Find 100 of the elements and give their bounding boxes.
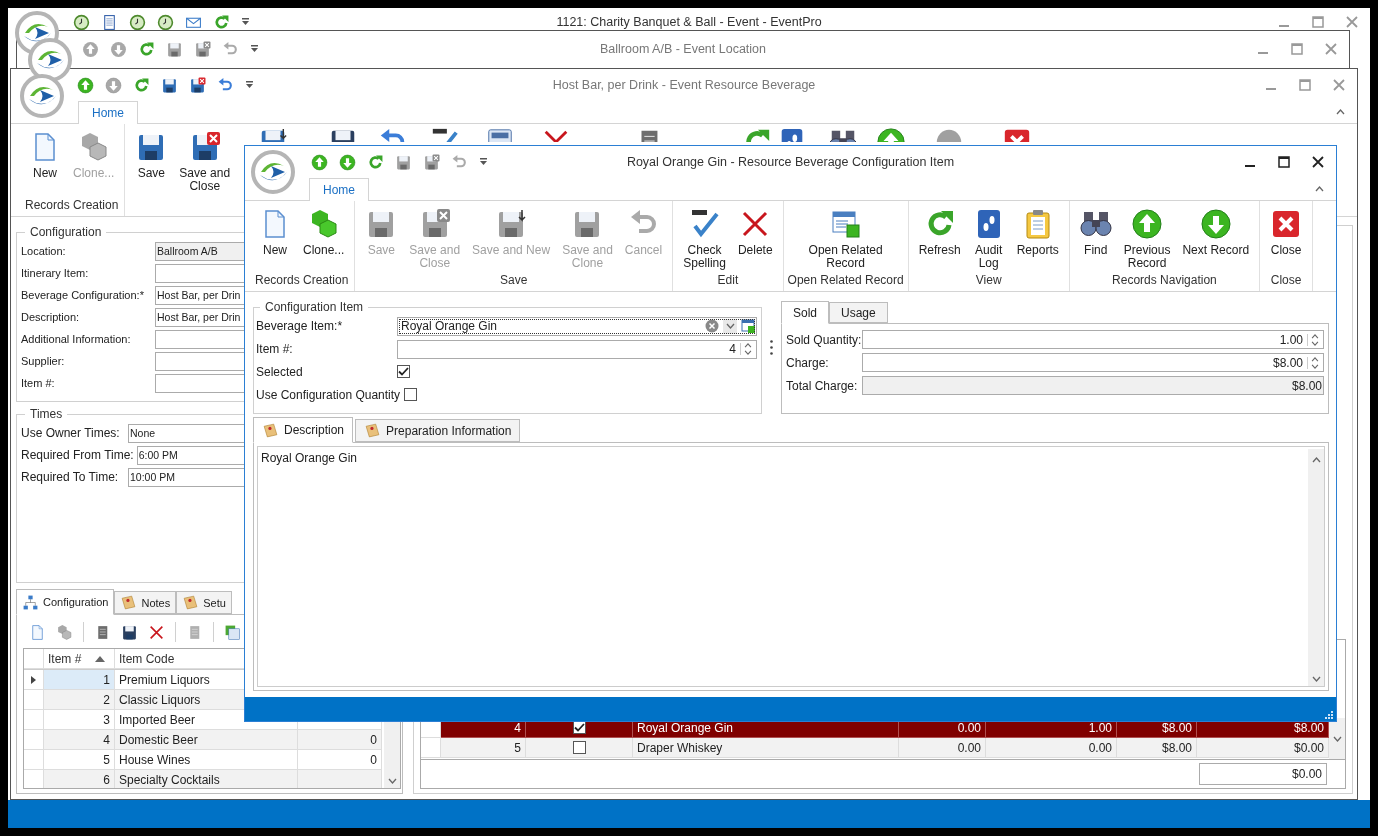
ribbon-button[interactable]: Save and Close xyxy=(173,129,237,195)
table-cell[interactable]: $8.00 xyxy=(1117,738,1197,758)
ribbon-button[interactable]: Previous Record xyxy=(1117,206,1177,272)
ribbon-button[interactable]: Check Spelling xyxy=(677,206,732,272)
hierarchy-icon xyxy=(22,593,39,611)
checkbox-label: Use Configuration Quantity xyxy=(256,387,402,402)
scroll-down-icon[interactable] xyxy=(1311,676,1321,682)
dropdown-icon[interactable] xyxy=(479,158,488,166)
table-cell[interactable]: $0.00 xyxy=(1197,738,1329,758)
checkbox[interactable] xyxy=(397,365,410,379)
table-cell[interactable]: 1 xyxy=(44,670,115,690)
table-cell[interactable]: Draper Whiskey xyxy=(633,738,899,758)
ribbon-button[interactable]: Find xyxy=(1073,206,1118,259)
ribbon-button[interactable]: Delete xyxy=(731,206,779,259)
maximize-icon[interactable] xyxy=(1278,156,1290,168)
ribbon-button[interactable]: Close xyxy=(1264,206,1309,259)
lookup-icon[interactable] xyxy=(741,319,755,334)
number-field[interactable]: 1.00 xyxy=(862,330,1324,349)
ribbon-button[interactable]: Open Related Record xyxy=(802,206,889,272)
group-label: View xyxy=(975,273,1002,287)
table-cell[interactable]: Specialty Cocktails xyxy=(115,770,298,788)
dropdown-icon[interactable] xyxy=(245,81,254,89)
table-cell[interactable]: 0.00 xyxy=(899,738,986,758)
collapse-icon[interactable] xyxy=(1315,186,1324,192)
tab[interactable]: Configuration xyxy=(16,589,115,615)
table-cell[interactable]: 6 xyxy=(44,770,115,788)
tab[interactable]: Usage xyxy=(829,302,888,323)
spin-down-icon[interactable] xyxy=(744,350,752,356)
field-label: Sold Quantity: xyxy=(786,332,862,347)
clock-icon xyxy=(157,13,174,31)
table-cell[interactable]: 2 xyxy=(44,690,115,710)
scroll-down-icon[interactable] xyxy=(1332,735,1342,742)
logo-icon[interactable] xyxy=(250,149,296,195)
group-label: Records Navigation xyxy=(1112,273,1217,287)
tab[interactable]: Preparation Information xyxy=(355,419,521,442)
tab[interactable]: Description xyxy=(253,417,354,443)
text-area[interactable]: Royal Orange Gin xyxy=(257,446,1325,687)
spin-down-icon[interactable] xyxy=(1311,340,1319,346)
dropdown-icon[interactable] xyxy=(241,18,250,26)
refresh-icon xyxy=(133,76,150,94)
field-label: Beverage Item:* xyxy=(256,319,344,334)
table-cell[interactable]: Domestic Beer xyxy=(115,730,298,750)
ribbon-button[interactable]: Audit Log xyxy=(966,206,1011,272)
note-icon xyxy=(262,421,279,439)
ribbon-button[interactable]: New xyxy=(23,129,67,182)
table-cell[interactable]: 0 xyxy=(298,730,382,750)
checkbox[interactable] xyxy=(572,741,586,754)
field-label: Item #: xyxy=(256,342,294,357)
table-cell[interactable]: 5 xyxy=(441,738,526,758)
refresh-icon xyxy=(367,153,384,171)
ribbon-button[interactable]: Refresh xyxy=(912,206,967,259)
ribbon-tab[interactable]: Home xyxy=(309,178,369,201)
scrollbar[interactable] xyxy=(1308,449,1324,686)
number-field[interactable]: 4 xyxy=(397,339,757,359)
splitter-handle-icon[interactable] xyxy=(770,339,773,355)
scroll-down-icon[interactable] xyxy=(387,778,397,784)
table-cell[interactable]: 0.00 xyxy=(986,738,1117,758)
group-title: Configuration Item xyxy=(264,300,365,314)
tab[interactable]: Setu xyxy=(176,591,232,614)
resize-grip-icon[interactable] xyxy=(1324,710,1333,719)
spin-up-icon[interactable] xyxy=(744,343,752,349)
dropdown-icon[interactable] xyxy=(725,323,735,330)
description-text: Royal Orange Gin xyxy=(261,450,359,467)
logo-icon[interactable] xyxy=(19,73,65,119)
dropdown-icon[interactable] xyxy=(250,45,259,53)
ribbon-button[interactable]: Next Record xyxy=(1176,206,1256,259)
checkbox[interactable] xyxy=(404,388,418,402)
grid-icon xyxy=(224,623,241,641)
field-label: Beverage Configuration:* xyxy=(21,289,145,301)
clear-icon[interactable] xyxy=(705,319,719,334)
close-icon[interactable] xyxy=(1312,156,1324,168)
spin-up-icon[interactable] xyxy=(1311,333,1319,339)
ribbon-button[interactable]: New xyxy=(253,206,297,259)
field-label: Required From Time: xyxy=(21,448,135,462)
field-label: Itinerary Item: xyxy=(21,267,90,279)
ribbon-button[interactable]: Save xyxy=(129,129,174,182)
group-title: Configuration xyxy=(29,225,103,239)
delete-icon xyxy=(148,623,165,641)
window-title: Royal Orange Gin - Resource Beverage Configuration Item xyxy=(626,155,955,169)
field-label: Use Owner Times: xyxy=(21,426,121,440)
column-header[interactable]: Item # xyxy=(44,649,115,669)
combo-box[interactable]: Royal Orange Gin xyxy=(397,316,757,336)
field-label: Supplier: xyxy=(21,355,66,367)
group-label: Edit xyxy=(717,273,739,287)
tab[interactable]: Notes xyxy=(114,591,177,614)
spin-up-icon[interactable] xyxy=(1311,356,1319,362)
table-cell[interactable]: 4 xyxy=(44,730,115,750)
table-cell[interactable] xyxy=(298,770,382,788)
scroll-up-icon[interactable] xyxy=(1311,457,1321,463)
ribbon-tab[interactable]: Home xyxy=(78,101,138,124)
ribbon-button[interactable]: Reports xyxy=(1010,206,1065,259)
spin-down-icon[interactable] xyxy=(1311,363,1319,369)
collapse-icon[interactable] xyxy=(1336,109,1345,115)
number-field[interactable]: $8.00 xyxy=(862,353,1324,372)
window-title: Ballroom A/B - Event Location xyxy=(599,42,767,56)
tab[interactable]: Sold xyxy=(781,301,830,324)
scrollbar[interactable] xyxy=(1329,718,1345,759)
number-field[interactable]: $8.00 xyxy=(862,376,1324,395)
ribbon-button[interactable]: Clone... xyxy=(297,206,351,259)
row-pointer-icon xyxy=(31,675,36,684)
